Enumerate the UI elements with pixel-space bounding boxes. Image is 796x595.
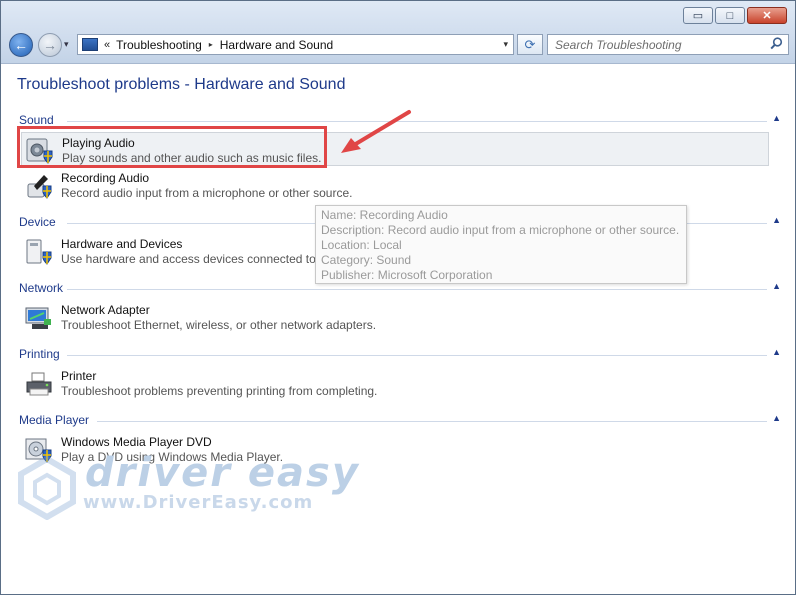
tooltip-line: Category: Sound [321, 253, 412, 267]
breadcrumb-hardware-and-sound[interactable]: Hardware and Sound [220, 38, 333, 52]
item-title[interactable]: Windows Media Player DVD [61, 435, 212, 449]
collapse-device-button[interactable]: ▲ [772, 215, 781, 225]
maximize-button[interactable]: □ [715, 7, 745, 24]
recent-pages-button[interactable]: ▾ [64, 39, 69, 50]
troubleshooter-printer[interactable]: Printer Troubleshoot problems preventing… [21, 366, 769, 400]
group-divider [97, 421, 767, 422]
collapse-sound-button[interactable]: ▲ [772, 113, 781, 123]
forward-button[interactable]: → [38, 33, 62, 57]
breadcrumb-troubleshooting[interactable]: Troubleshooting [116, 38, 202, 52]
collapse-network-button[interactable]: ▲ [772, 281, 781, 291]
breadcrumb-separator-icon[interactable]: ▸ [209, 40, 213, 49]
item-title[interactable]: Network Adapter [61, 303, 150, 317]
group-header-sound: Sound [19, 113, 54, 127]
annotation-highlight-box [17, 126, 327, 168]
troubleshooter-network-adapter[interactable]: Network Adapter Troubleshoot Ethernet, w… [21, 300, 769, 334]
group-divider [67, 289, 767, 290]
back-arrow-icon: ← [14, 37, 28, 53]
search-input[interactable] [553, 36, 767, 53]
tooltip-line: Publisher: Microsoft Corporation [321, 268, 493, 282]
group-divider [67, 121, 767, 122]
item-title[interactable]: Recording Audio [61, 171, 149, 185]
main-content: Troubleshoot problems - Hardware and Sou… [1, 64, 795, 594]
item-tooltip: Name: Recording Audio Description: Recor… [315, 205, 687, 284]
printer-icon [24, 370, 54, 398]
minimize-button[interactable]: ▭ [683, 7, 713, 24]
collapse-media-player-button[interactable]: ▲ [772, 413, 781, 423]
page-title: Troubleshoot problems - Hardware and Sou… [17, 76, 346, 93]
tooltip-line: Name: Recording Audio [321, 208, 448, 222]
group-divider [67, 355, 767, 356]
search-box[interactable] [547, 34, 789, 55]
back-button[interactable]: ← [9, 33, 33, 57]
watermark-brand: driver easy [85, 450, 360, 496]
close-button[interactable]: ✕ [747, 7, 787, 24]
tooltip-line: Description: Record audio input from a m… [321, 223, 680, 237]
network-adapter-icon [24, 304, 54, 332]
item-description: Troubleshoot Ethernet, wireless, or othe… [61, 318, 377, 332]
group-header-network: Network [19, 281, 64, 295]
refresh-icon: ⟳ [524, 36, 536, 52]
watermark-logo-icon [18, 456, 76, 520]
troubleshooting-window: ▭ □ ✕ ← → ▾ « Troubleshooting ▸ Hardware… [0, 0, 796, 595]
collapse-printing-button[interactable]: ▲ [772, 347, 781, 357]
troubleshooter-recording-audio[interactable]: Recording Audio Record audio input from … [21, 168, 769, 202]
tooltip-line: Location: Local [321, 238, 402, 252]
group-header-media-player: Media Player [19, 413, 90, 427]
item-description: Record audio input from a microphone or … [61, 186, 353, 200]
watermark-url: www.DriverEasy.com [83, 492, 314, 513]
microphone-icon [24, 172, 54, 200]
caption-buttons: ▭ □ ✕ [683, 7, 787, 24]
hardware-icon [24, 238, 54, 266]
item-title[interactable]: Printer [61, 369, 96, 383]
refresh-button[interactable]: ⟳ [517, 34, 543, 55]
annotation-arrow-icon [341, 110, 411, 153]
item-title[interactable]: Hardware and Devices [61, 237, 182, 251]
group-header-printing: Printing [19, 347, 60, 361]
control-panel-icon [82, 38, 98, 51]
item-description: Troubleshoot problems preventing printin… [61, 384, 378, 398]
title-bar: ▭ □ ✕ ← → ▾ « Troubleshooting ▸ Hardware… [1, 1, 795, 64]
address-overflow-button[interactable]: « [104, 39, 110, 51]
address-dropdown-button[interactable]: ▾ [503, 39, 508, 50]
search-icon[interactable] [770, 36, 783, 53]
group-header-device: Device [19, 215, 56, 229]
address-bar[interactable]: « Troubleshooting ▸ Hardware and Sound ▾ [77, 34, 514, 55]
forward-arrow-icon: → [43, 37, 57, 53]
